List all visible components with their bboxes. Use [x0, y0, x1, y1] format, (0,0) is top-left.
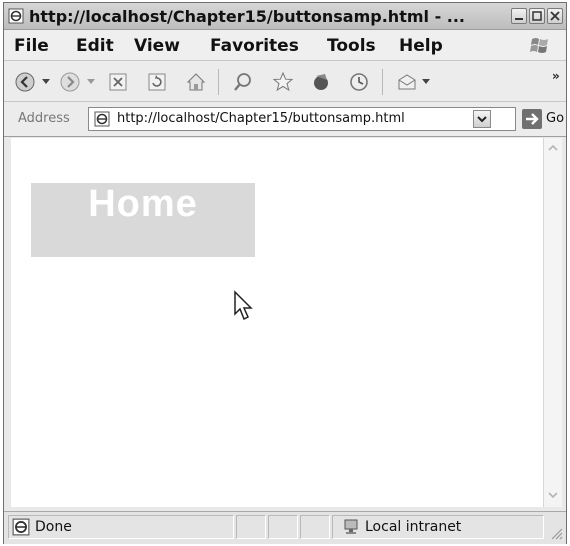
chevron-down-icon	[477, 116, 487, 123]
close-button[interactable]	[547, 8, 563, 24]
resize-grip-icon[interactable]	[549, 526, 563, 540]
status-text: Done	[35, 519, 72, 535]
menu-help[interactable]: Help	[399, 36, 443, 56]
status-panel-main: Done	[8, 515, 234, 539]
go-button[interactable]	[522, 109, 542, 129]
toolbar-separator	[382, 69, 383, 95]
window-title: http://localhost/Chapter15/buttonsamp.ht…	[29, 7, 466, 26]
status-bar: Done Local intranet	[4, 511, 566, 544]
scroll-down-icon[interactable]	[546, 488, 560, 502]
address-label: Address	[18, 111, 70, 126]
address-url: http://localhost/Chapter15/buttonsamp.ht…	[117, 111, 405, 126]
search-icon[interactable]	[232, 71, 254, 93]
favorites-icon[interactable]	[272, 71, 294, 93]
forward-dropdown[interactable]	[87, 79, 95, 84]
status-panel	[268, 515, 298, 539]
maximize-icon	[532, 11, 542, 21]
address-dropdown-button[interactable]	[473, 110, 491, 128]
back-icon[interactable]	[14, 71, 36, 93]
windows-logo-icon	[530, 38, 548, 53]
status-panel	[236, 515, 266, 539]
forward-icon[interactable]	[59, 71, 81, 93]
minimize-icon	[515, 18, 523, 20]
mail-icon[interactable]	[396, 71, 418, 93]
title-bar: http://localhost/Chapter15/buttonsamp.ht…	[4, 3, 566, 30]
go-label[interactable]: Go	[546, 111, 564, 126]
arrow-right-icon	[526, 113, 539, 125]
maximize-button[interactable]	[529, 8, 545, 24]
stop-icon[interactable]	[107, 71, 129, 93]
home-button-label: Home	[88, 183, 198, 225]
home-icon[interactable]	[185, 71, 207, 93]
vertical-scrollbar[interactable]	[543, 138, 562, 507]
address-input[interactable]: http://localhost/Chapter15/buttonsamp.ht…	[88, 107, 516, 131]
media-icon[interactable]	[310, 71, 332, 93]
page-content: Home	[11, 138, 543, 507]
ie-page-icon	[94, 111, 110, 127]
menu-file[interactable]: File	[14, 36, 49, 56]
mail-dropdown[interactable]	[422, 79, 430, 84]
status-panel-zone: Local intranet	[332, 515, 544, 539]
local-intranet-icon	[344, 519, 358, 534]
history-icon[interactable]	[348, 71, 370, 93]
ie-page-icon	[8, 8, 24, 24]
refresh-icon[interactable]	[146, 71, 168, 93]
mouse-pointer-icon	[234, 290, 253, 321]
back-dropdown[interactable]	[42, 79, 50, 84]
ie-page-icon	[12, 518, 30, 536]
scroll-up-icon[interactable]	[546, 141, 560, 155]
address-bar: Address http://localhost/Chapter15/butto…	[4, 102, 566, 137]
toolbar-separator	[218, 69, 219, 95]
menu-edit[interactable]: Edit	[76, 36, 114, 56]
status-panel	[300, 515, 330, 539]
home-button[interactable]: Home	[31, 183, 255, 257]
menu-favorites[interactable]: Favorites	[210, 36, 299, 56]
browser-window: http://localhost/Chapter15/buttonsamp.ht…	[3, 2, 567, 544]
minimize-button[interactable]	[511, 8, 527, 24]
toolbar: »	[4, 61, 566, 102]
toolbar-overflow-chevron[interactable]: »	[552, 69, 560, 83]
zone-text: Local intranet	[365, 519, 462, 535]
close-icon	[550, 11, 560, 21]
menu-view[interactable]: View	[134, 36, 180, 56]
menu-bar: File Edit View Favorites Tools Help	[4, 30, 566, 61]
menu-tools[interactable]: Tools	[327, 36, 376, 56]
